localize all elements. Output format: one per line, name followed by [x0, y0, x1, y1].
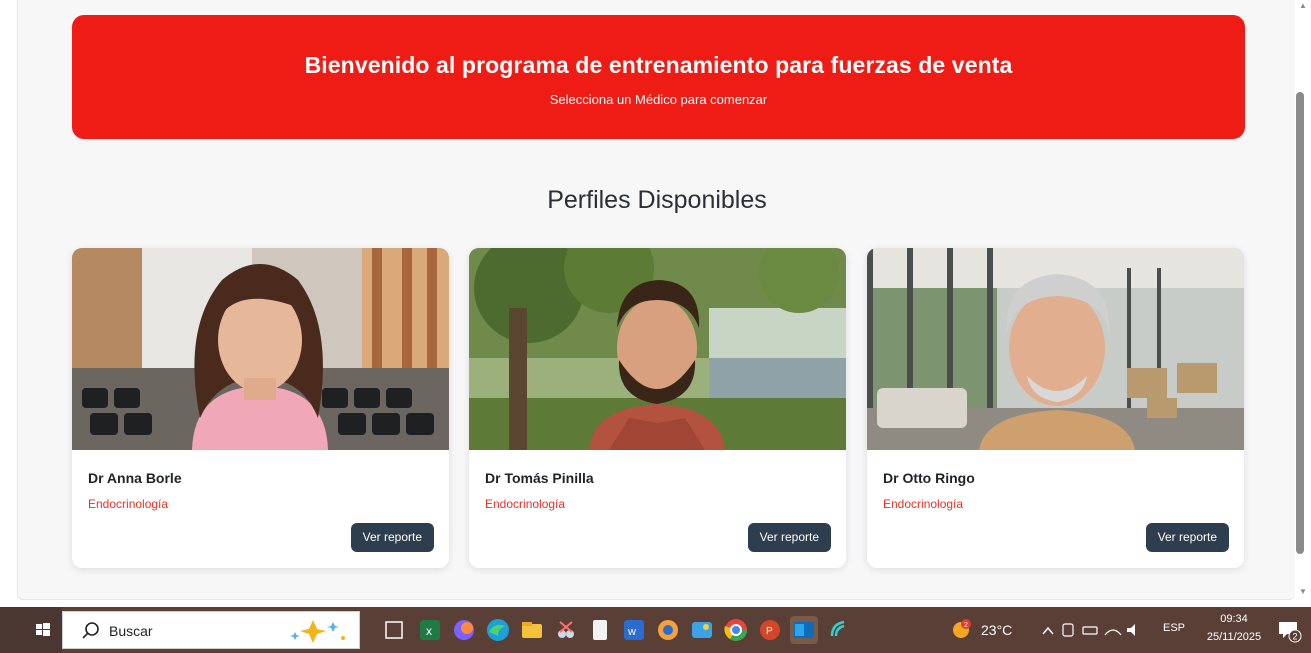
language-indicator[interactable]: ESP [1163, 622, 1185, 634]
media-app-icon[interactable] [654, 616, 682, 644]
taskbar-search[interactable]: Buscar [62, 611, 360, 649]
doctor-specialty: Endocrinología [883, 497, 964, 511]
notepad-icon[interactable] [586, 616, 614, 644]
outlook-icon[interactable] [790, 616, 818, 644]
doctor-name: Dr Tomás Pinilla [485, 470, 594, 486]
svg-text:2: 2 [964, 622, 968, 629]
vertical-scrollbar[interactable]: ▲ ▼ [1295, 0, 1311, 607]
chrome-icon[interactable] [722, 616, 750, 644]
meet-icon [1062, 623, 1074, 637]
copilot-icon[interactable] [450, 616, 478, 644]
svg-text:w: w [627, 626, 636, 638]
powerpoint-icon[interactable]: P [756, 616, 784, 644]
browser-viewport: Bienvenido al programa de entrenamiento … [0, 0, 1311, 607]
volume-icon [1127, 624, 1135, 636]
doctor-name: Dr Otto Ringo [883, 470, 975, 486]
voice-app-icon[interactable] [826, 616, 854, 644]
file-explorer-icon[interactable] [518, 616, 546, 644]
page-content: Bienvenido al programa de entrenamiento … [17, 0, 1295, 600]
edge-icon[interactable] [484, 616, 512, 644]
doctor-photo [867, 248, 1244, 450]
tray-icons[interactable] [1039, 620, 1139, 640]
excel-icon[interactable]: x [416, 616, 444, 644]
scroll-thumb[interactable] [1296, 92, 1304, 554]
svg-text:P: P [766, 626, 773, 637]
battery-icon [1082, 626, 1098, 635]
notification-count: 2 [1293, 632, 1298, 642]
copilot-sparkle-icon [290, 620, 345, 643]
view-report-button[interactable]: Ver reporte [1145, 523, 1229, 552]
task-view-icon[interactable] [380, 616, 408, 644]
weather-icon[interactable]: 2 [949, 618, 973, 642]
section-title: Perfiles Disponibles [547, 186, 767, 214]
banner-subtitle: Selecciona un Médico para comenzar [549, 92, 768, 107]
profile-card-anna-borle[interactable]: Dr Anna Borle Endocrinología Ver reporte [72, 248, 449, 568]
windows-logo-icon [36, 623, 50, 636]
snipping-tool-icon[interactable] [552, 616, 580, 644]
doctor-photo [72, 248, 449, 450]
search-icon [82, 622, 99, 639]
taskbar: Buscar x w P 2 23°C ESP 09:34 25/11/2025… [0, 607, 1311, 653]
view-report-button[interactable]: Ver reporte [350, 523, 434, 552]
doctor-name: Dr Anna Borle [88, 470, 182, 486]
scroll-up-icon[interactable]: ▲ [1299, 2, 1307, 10]
word-icon[interactable]: w [620, 616, 648, 644]
clock-date[interactable]: 25/11/2025 [1199, 631, 1269, 643]
doctor-specialty: Endocrinología [485, 497, 566, 511]
chevron-up-icon [1042, 626, 1054, 635]
search-label: Buscar [109, 623, 153, 639]
banner-title: Bienvenido al programa de entrenamiento … [304, 52, 1013, 78]
scroll-down-icon[interactable]: ▼ [1299, 588, 1307, 596]
wifi-icon [1104, 629, 1122, 636]
profile-card-tomas-pinilla[interactable]: Dr Tomás Pinilla Endocrinología Ver repo… [469, 248, 846, 568]
temperature: 23°C [981, 622, 1013, 638]
profile-card-otto-ringo[interactable]: Dr Otto Ringo Endocrinología Ver reporte [867, 248, 1244, 568]
clock-time[interactable]: 09:34 [1199, 613, 1269, 625]
start-button[interactable] [0, 607, 62, 653]
photos-icon[interactable] [688, 616, 716, 644]
welcome-banner: Bienvenido al programa de entrenamiento … [72, 15, 1245, 139]
notification-icon[interactable]: 2 [1275, 616, 1303, 644]
doctor-specialty: Endocrinología [88, 497, 169, 511]
view-report-button[interactable]: Ver reporte [747, 523, 831, 552]
doctor-photo [469, 248, 846, 450]
svg-text:x: x [426, 624, 432, 638]
